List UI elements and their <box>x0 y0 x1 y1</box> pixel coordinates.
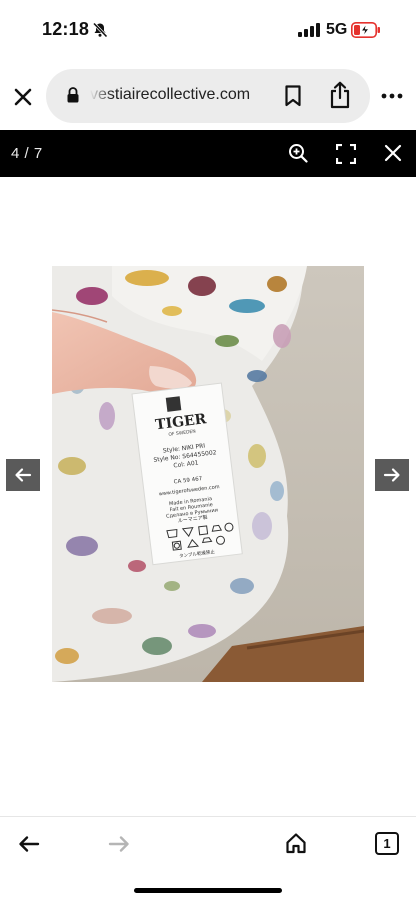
battery-charging-icon <box>351 22 380 38</box>
arrow-right-icon <box>383 468 400 482</box>
previous-image-button[interactable] <box>6 459 40 491</box>
network-type: 5G <box>326 21 348 38</box>
viewer-close-icon[interactable] <box>384 144 402 162</box>
tabs-count-button[interactable]: 1 <box>375 832 399 855</box>
share-icon[interactable] <box>328 81 352 109</box>
bookmark-icon[interactable] <box>283 84 303 108</box>
home-indicator <box>134 888 282 893</box>
more-options-icon[interactable] <box>381 86 403 106</box>
product-photo: TIGER OF SWEDEN Style: NIKI PRI Style No… <box>52 266 364 682</box>
url-text: vestiairecollective.com <box>90 86 251 103</box>
back-icon[interactable] <box>18 835 40 853</box>
status-bar: 12:18 5G <box>0 0 416 62</box>
forward-icon[interactable] <box>108 835 130 853</box>
fullscreen-icon[interactable] <box>336 144 356 164</box>
zoom-in-icon[interactable] <box>288 143 308 163</box>
close-icon[interactable] <box>11 85 35 109</box>
image-viewer-bar: 4 / 7 <box>0 130 416 177</box>
status-time: 12:18 <box>42 19 90 39</box>
arrow-left-icon <box>15 468 32 482</box>
home-icon[interactable] <box>285 832 307 854</box>
lock-icon <box>67 87 79 103</box>
address-bar[interactable]: vestiairecollective.com <box>46 69 370 123</box>
image-counter: 4 / 7 <box>11 145 43 162</box>
bell-slash-icon <box>92 22 108 38</box>
next-image-button[interactable] <box>375 459 409 491</box>
signal-icon <box>298 23 320 37</box>
